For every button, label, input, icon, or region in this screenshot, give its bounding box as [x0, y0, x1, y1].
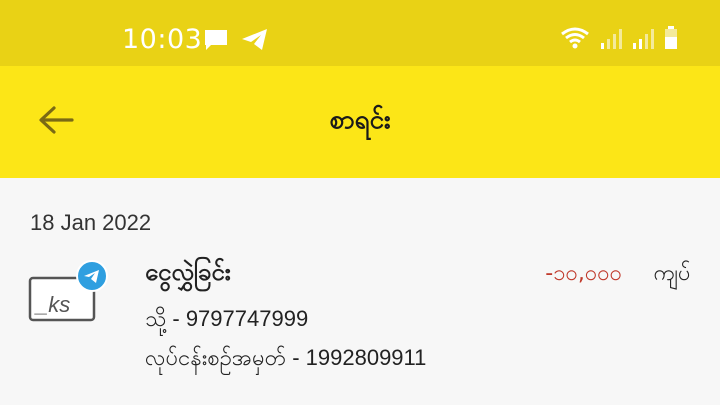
status-bar: 10:03 [0, 0, 720, 66]
system-icons [560, 26, 678, 54]
transaction-reference: လုပ်ငန်းစဉ်အမှတ် - 1992809911 [145, 345, 427, 370]
signal-icon [600, 28, 622, 54]
signal-icon [632, 28, 654, 54]
telegram-icon [241, 28, 269, 56]
battery-icon [664, 26, 678, 54]
page-title: စာရင်း [329, 105, 391, 135]
transaction-currency: ကျပ် [653, 261, 690, 286]
transaction-list: 18 Jan 2022 _ks ငွေလွှဲခြင်း -၁၀,၀၀၀ ကျပ… [0, 178, 720, 405]
status-time: 10:03 [122, 24, 203, 55]
app-bar: စာရင်း [0, 66, 720, 178]
transaction-amount: -၁၀,၀၀၀ [545, 261, 622, 286]
date-header: 18 Jan 2022 [30, 210, 152, 235]
transaction-title: ငွေလွှဲခြင်း [145, 258, 231, 286]
notification-icons [203, 28, 269, 56]
wifi-icon [560, 26, 590, 54]
message-icon [203, 28, 229, 56]
kbzpay-logo: _ks [28, 260, 114, 330]
logo-text: _ks [34, 292, 70, 317]
list-item[interactable]: _ks ငွေလွှဲခြင်း -၁၀,၀၀၀ ကျပ် သို့ - 979… [0, 256, 720, 386]
transaction-recipient: သို့ - 9797747999 [145, 306, 309, 331]
